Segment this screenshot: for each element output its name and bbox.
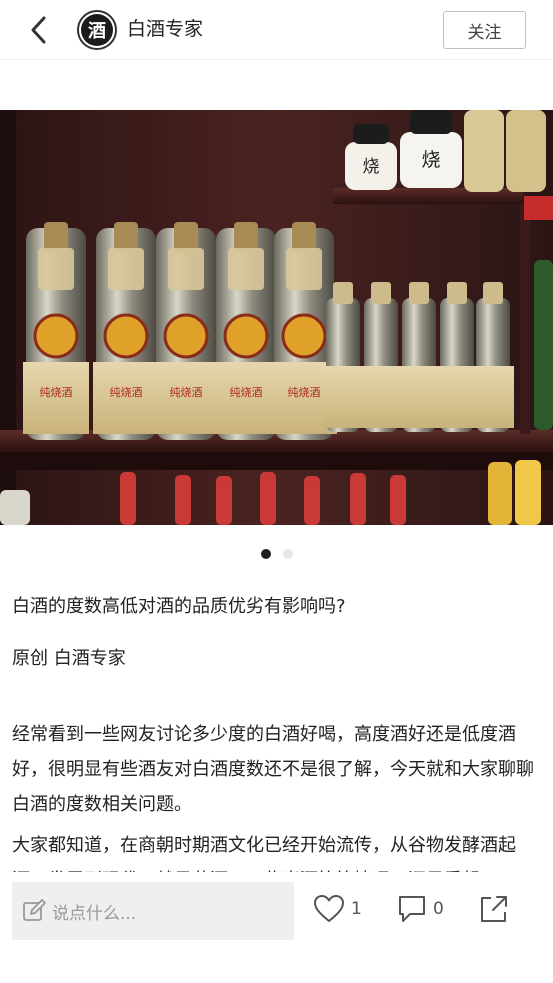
avatar-logo: 酒 [81,14,113,46]
comment-bubble-icon [399,896,425,922]
heart-icon [314,895,344,922]
carousel-dot-active[interactable] [260,549,271,559]
article-title: 白酒的度数高低对酒的品质优劣有影响吗? [12,596,346,617]
liquor-bottle [322,282,364,432]
svg-text:烧: 烧 [421,149,440,171]
like-button[interactable]: 1 [313,894,362,924]
edit-icon [23,899,46,921]
comments-button[interactable]: 0 [397,894,444,924]
account-name[interactable]: 白酒专家 [127,16,203,42]
svg-text:纯烧酒: 纯烧酒 [40,386,73,399]
article-paragraph: 经常看到一些网友讨论多少度的白酒好喝，高度酒好还是低度酒好，很明显有些酒友对白酒… [12,724,534,815]
article-byline: 原创 白酒专家 [12,648,126,669]
comment-input[interactable]: 说点什么... [12,882,294,940]
carousel-indicator [0,549,553,561]
share-button[interactable] [479,894,509,924]
comment-placeholder: 说点什么... [52,903,137,924]
carousel-image[interactable]: 烧 烧 纯烧酒 [0,110,553,525]
account-avatar[interactable]: 酒 [77,10,117,50]
share-icon [481,896,507,922]
back-button[interactable] [22,14,54,46]
svg-text:烧: 烧 [363,157,380,177]
comment-count: 0 [433,899,444,919]
article-paragraph: 大家都知道，在商朝时期酒文化已经开始流传，从谷物发酵酒起源，发展到现代，就是黄酒… [12,835,516,872]
carousel-dot[interactable] [282,549,293,559]
like-count: 1 [351,899,362,919]
liquor-bottle: 纯烧酒 [23,222,89,440]
bottom-action-bar: 说点什么... 1 0 [0,872,553,983]
follow-button[interactable]: 关注 [443,11,526,49]
chevron-left-icon [31,16,46,44]
top-bar: 酒 白酒专家 关注 [0,0,553,60]
liquor-shelf-photo: 烧 烧 纯烧酒 [0,110,553,525]
